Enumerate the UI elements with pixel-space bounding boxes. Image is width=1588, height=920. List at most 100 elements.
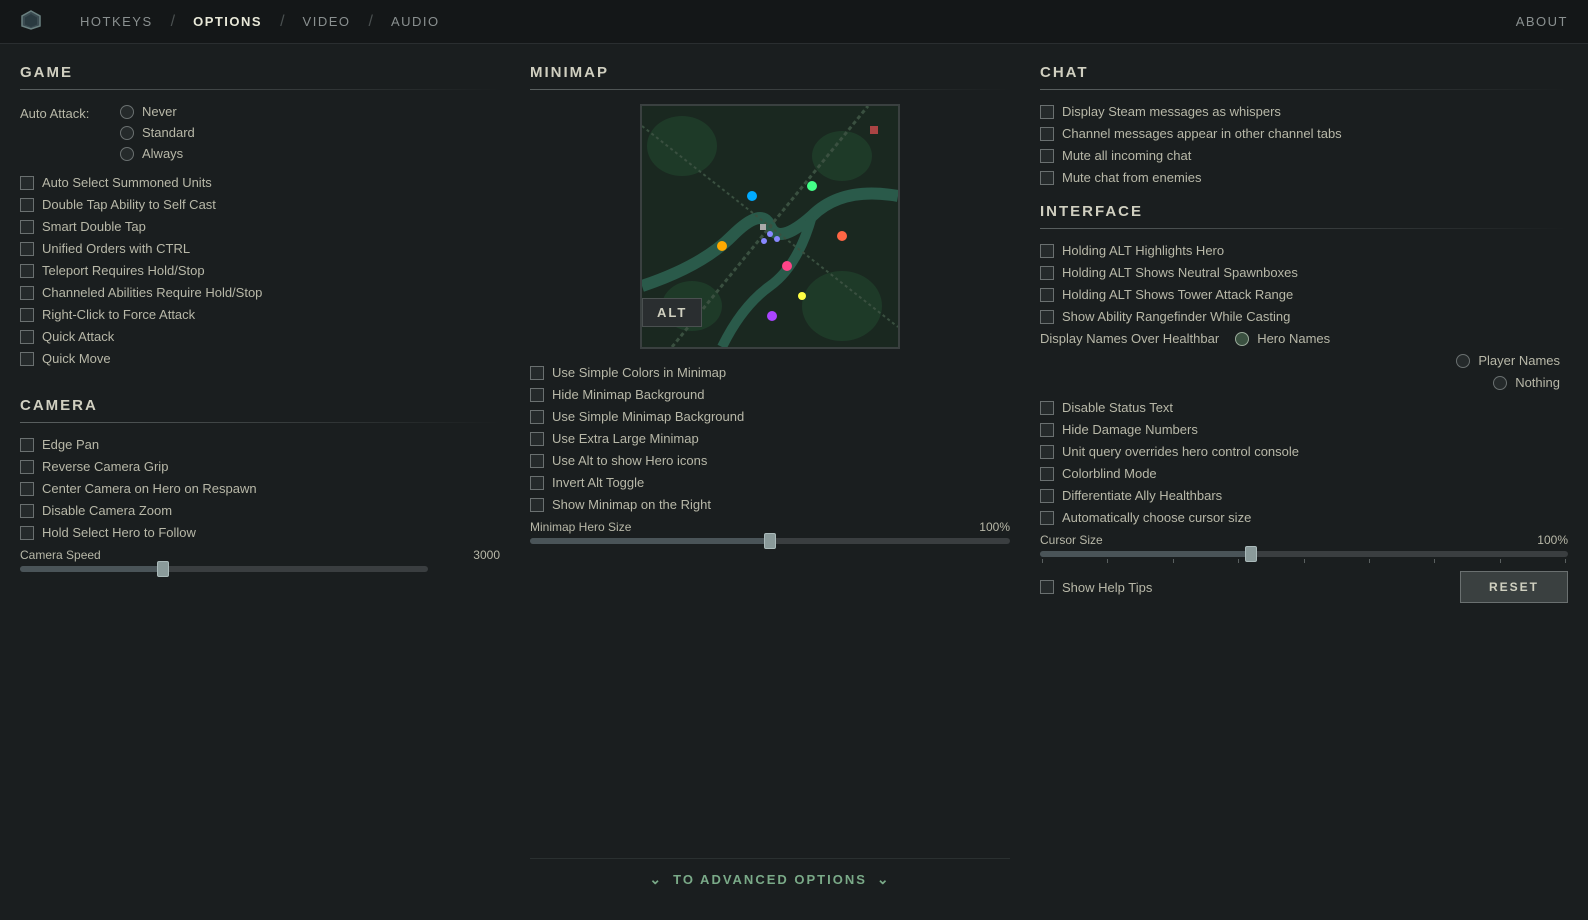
minimap-checkbox-4[interactable]: Use Alt to show Hero icons [530,453,1010,468]
radio-player-names[interactable] [1456,354,1470,368]
minimap-checkbox-2[interactable]: Use Simple Minimap Background [530,409,1010,424]
hero-size-thumb[interactable] [764,533,776,549]
camera-speed-slider: Camera Speed 3000 [20,548,500,572]
camera-speed-thumb[interactable] [157,561,169,577]
reset-button[interactable]: RESET [1460,571,1568,603]
interface-checkbox2-2[interactable]: Unit query overrides hero control consol… [1040,444,1568,459]
invert-alt-label: Invert Alt Toggle [552,475,644,490]
checkbox-extra-large[interactable] [530,432,544,446]
cursor-size-thumb[interactable] [1245,546,1257,562]
checkbox-alt-spawnboxes[interactable] [1040,266,1054,280]
chat-checkbox-0[interactable]: Display Steam messages as whispers [1040,104,1568,119]
nav-audio[interactable]: AUDIO [373,14,458,29]
camera-checkbox-1[interactable]: Reverse Camera Grip [20,459,500,474]
checkbox-smart-double[interactable] [20,220,34,234]
checkbox-teleport[interactable] [20,264,34,278]
checkbox-auto-select[interactable] [20,176,34,190]
minimap-checkbox-6[interactable]: Show Minimap on the Right [530,497,1010,512]
nav-video[interactable]: VIDEO [285,14,369,29]
checkbox-colorblind[interactable] [1040,467,1054,481]
game-checkbox-5[interactable]: Channeled Abilities Require Hold/Stop [20,285,500,300]
auto-attack-standard[interactable]: Standard [120,125,195,140]
checkbox-steam-whispers[interactable] [1040,105,1054,119]
game-checkbox-6[interactable]: Right-Click to Force Attack [20,307,500,322]
checkbox-invert-alt[interactable] [530,476,544,490]
checkbox-rangefinder[interactable] [1040,310,1054,324]
checkbox-mute-enemies[interactable] [1040,171,1054,185]
camera-speed-label: Camera Speed [20,548,101,562]
checkbox-alt-tower[interactable] [1040,288,1054,302]
radio-standard[interactable] [120,126,134,140]
checkbox-show-help[interactable] [1040,580,1054,594]
game-checkbox-1[interactable]: Double Tap Ability to Self Cast [20,197,500,212]
minimap-checkbox-0[interactable]: Use Simple Colors in Minimap [530,365,1010,380]
minimap-checkbox-3[interactable]: Use Extra Large Minimap [530,431,1010,446]
advanced-options-button[interactable]: ⌄ TO ADVANCED OPTIONS ⌄ [530,858,1010,900]
checkbox-hide-damage[interactable] [1040,423,1054,437]
checkbox-double-tap[interactable] [20,198,34,212]
radio-nothing[interactable] [1493,376,1507,390]
checkbox-unit-query[interactable] [1040,445,1054,459]
checkbox-disable-zoom[interactable] [20,504,34,518]
game-checkbox-2[interactable]: Smart Double Tap [20,219,500,234]
camera-checkbox-4[interactable]: Hold Select Hero to Follow [20,525,500,540]
display-names-hero[interactable]: Hero Names [1235,331,1330,346]
auto-attack-never[interactable]: Never [120,104,195,119]
checkbox-quick-attack[interactable] [20,330,34,344]
checkbox-channel-msgs[interactable] [1040,127,1054,141]
game-checkbox-0[interactable]: Auto Select Summoned Units [20,175,500,190]
checkbox-unified[interactable] [20,242,34,256]
checkbox-right-click[interactable] [20,308,34,322]
radio-never[interactable] [120,105,134,119]
interface-checkbox2-3[interactable]: Colorblind Mode [1040,466,1568,481]
checkbox-differentiate[interactable] [1040,489,1054,503]
checkbox-reverse-camera[interactable] [20,460,34,474]
nav-hotkeys[interactable]: HOTKEYS [62,14,171,29]
game-checkbox-4[interactable]: Teleport Requires Hold/Stop [20,263,500,278]
checkbox-disable-status[interactable] [1040,401,1054,415]
chat-checkbox-1[interactable]: Channel messages appear in other channel… [1040,126,1568,141]
checkbox-hold-select[interactable] [20,526,34,540]
show-help-row[interactable]: Show Help Tips [1040,580,1152,595]
radio-always[interactable] [120,147,134,161]
interface-checkbox2-5[interactable]: Automatically choose cursor size [1040,510,1568,525]
checkbox-center-camera[interactable] [20,482,34,496]
checkbox-channeled[interactable] [20,286,34,300]
checkbox-quick-move[interactable] [20,352,34,366]
camera-speed-track[interactable] [20,566,428,572]
checkbox-auto-cursor[interactable] [1040,511,1054,525]
game-checkbox-3[interactable]: Unified Orders with CTRL [20,241,500,256]
chat-checkbox-3[interactable]: Mute chat from enemies [1040,170,1568,185]
display-names-player[interactable]: Player Names [1456,353,1560,368]
game-checkbox-7[interactable]: Quick Attack [20,329,500,344]
interface-checkbox-2[interactable]: Holding ALT Shows Tower Attack Range [1040,287,1568,302]
checkbox-simple-colors[interactable] [530,366,544,380]
minimap-checkbox-5[interactable]: Invert Alt Toggle [530,475,1010,490]
nav-about[interactable]: ABOUT [1516,14,1568,29]
checkbox-hide-bg[interactable] [530,388,544,402]
checkbox-mute-chat[interactable] [1040,149,1054,163]
display-names-nothing[interactable]: Nothing [1493,375,1560,390]
camera-checkbox-0[interactable]: Edge Pan [20,437,500,452]
interface-checkbox-3[interactable]: Show Ability Rangefinder While Casting [1040,309,1568,324]
camera-checkbox-3[interactable]: Disable Camera Zoom [20,503,500,518]
checkbox-edge-pan[interactable] [20,438,34,452]
nav-options[interactable]: OPTIONS [175,14,280,29]
interface-checkbox2-1[interactable]: Hide Damage Numbers [1040,422,1568,437]
chat-checkbox-2[interactable]: Mute all incoming chat [1040,148,1568,163]
interface-checkbox2-4[interactable]: Differentiate Ally Healthbars [1040,488,1568,503]
game-checkbox-8[interactable]: Quick Move [20,351,500,366]
checkbox-simple-bg[interactable] [530,410,544,424]
checkbox-show-right[interactable] [530,498,544,512]
checkbox-alt-highlight[interactable] [1040,244,1054,258]
interface-checkbox-0[interactable]: Holding ALT Highlights Hero [1040,243,1568,258]
cursor-size-track[interactable] [1040,551,1568,557]
camera-checkbox-2[interactable]: Center Camera on Hero on Respawn [20,481,500,496]
checkbox-use-alt[interactable] [530,454,544,468]
minimap-checkbox-1[interactable]: Hide Minimap Background [530,387,1010,402]
radio-hero-names[interactable] [1235,332,1249,346]
interface-checkbox-1[interactable]: Holding ALT Shows Neutral Spawnboxes [1040,265,1568,280]
hero-size-track[interactable] [530,538,1010,544]
auto-attack-always[interactable]: Always [120,146,195,161]
interface-checkbox2-0[interactable]: Disable Status Text [1040,400,1568,415]
